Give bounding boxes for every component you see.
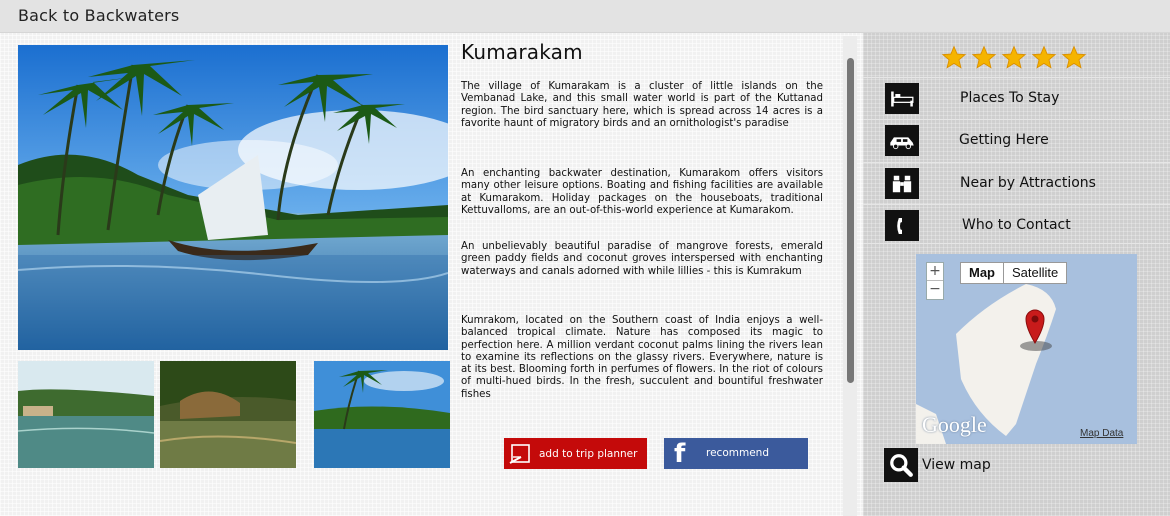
- thumbnail-1[interactable]: [18, 361, 154, 468]
- map-type-control: Map Satellite: [960, 262, 1068, 284]
- add-to-trip-planner-button[interactable]: add to trip planner: [504, 438, 647, 469]
- back-to-backwaters-link[interactable]: Back to Backwaters: [18, 6, 179, 25]
- sidebar: Places To Stay Getting Here Near by Attr: [863, 33, 1170, 516]
- map-data-link[interactable]: Map Data: [1080, 428, 1123, 439]
- view-map-label: View map: [922, 457, 991, 473]
- zoom-out-button[interactable]: −: [927, 281, 943, 298]
- top-bar: Back to Backwaters: [0, 0, 1170, 33]
- zoom-in-button[interactable]: +: [927, 263, 943, 280]
- location-map[interactable]: + − Map Satellite Google Map Data: [916, 254, 1137, 444]
- article-paragraph-3: An unbelievably beautiful paradise of ma…: [461, 241, 823, 277]
- article: Kumarakam The village of Kumarakam is a …: [461, 40, 823, 400]
- car-icon: [885, 125, 919, 156]
- star-icon: [941, 45, 967, 69]
- menu-nearby-attractions[interactable]: Near by Attractions: [863, 162, 1170, 202]
- article-paragraph-1: The village of Kumarakam is a cluster of…: [461, 81, 823, 129]
- article-title: Kumarakam: [461, 40, 583, 64]
- menu-places-to-stay[interactable]: Places To Stay: [863, 77, 1170, 117]
- star-icon: [1031, 45, 1057, 69]
- bed-icon: [885, 83, 919, 114]
- article-paragraph-2: An enchanting backwater destination, Kum…: [461, 168, 823, 216]
- menu-divider: [863, 243, 1170, 244]
- map-marker-icon[interactable]: [1024, 308, 1046, 344]
- add-to-trip-planner-label: add to trip planner: [539, 447, 638, 460]
- hero-image: [18, 45, 448, 350]
- recommend-button[interactable]: f recommend: [664, 438, 808, 469]
- menu-who-to-contact[interactable]: Who to Contact: [863, 204, 1170, 244]
- star-icon: [1001, 45, 1027, 69]
- google-logo: Google: [922, 412, 987, 437]
- map-type-map[interactable]: Map: [961, 263, 1004, 283]
- binoculars-icon: [885, 168, 919, 199]
- view-map-button[interactable]: View map: [884, 448, 991, 482]
- menu-getting-here[interactable]: Getting Here: [863, 119, 1170, 159]
- facebook-icon: f: [674, 439, 686, 469]
- menu-nearby-attractions-label: Near by Attractions: [960, 175, 1096, 191]
- menu-getting-here-label: Getting Here: [959, 132, 1049, 148]
- star-icon: [971, 45, 997, 69]
- map-type-satellite[interactable]: Satellite: [1004, 263, 1066, 283]
- menu-places-to-stay-label: Places To Stay: [960, 90, 1060, 106]
- article-paragraph-4: Kumrakom, located on the Southern coast …: [461, 315, 823, 400]
- recommend-label: recommend: [706, 447, 769, 459]
- map-zoom-control: + −: [926, 262, 944, 300]
- rating-stars: [941, 45, 1087, 71]
- menu-who-to-contact-label: Who to Contact: [962, 217, 1071, 233]
- star-icon: [1061, 45, 1087, 69]
- magnifier-icon: [884, 448, 918, 482]
- phone-icon: [885, 210, 919, 241]
- thumbnail-2[interactable]: [160, 361, 296, 468]
- trip-planner-icon: [507, 440, 535, 468]
- thumbnail-3[interactable]: [314, 361, 450, 468]
- scrollbar-thumb[interactable]: [847, 58, 854, 383]
